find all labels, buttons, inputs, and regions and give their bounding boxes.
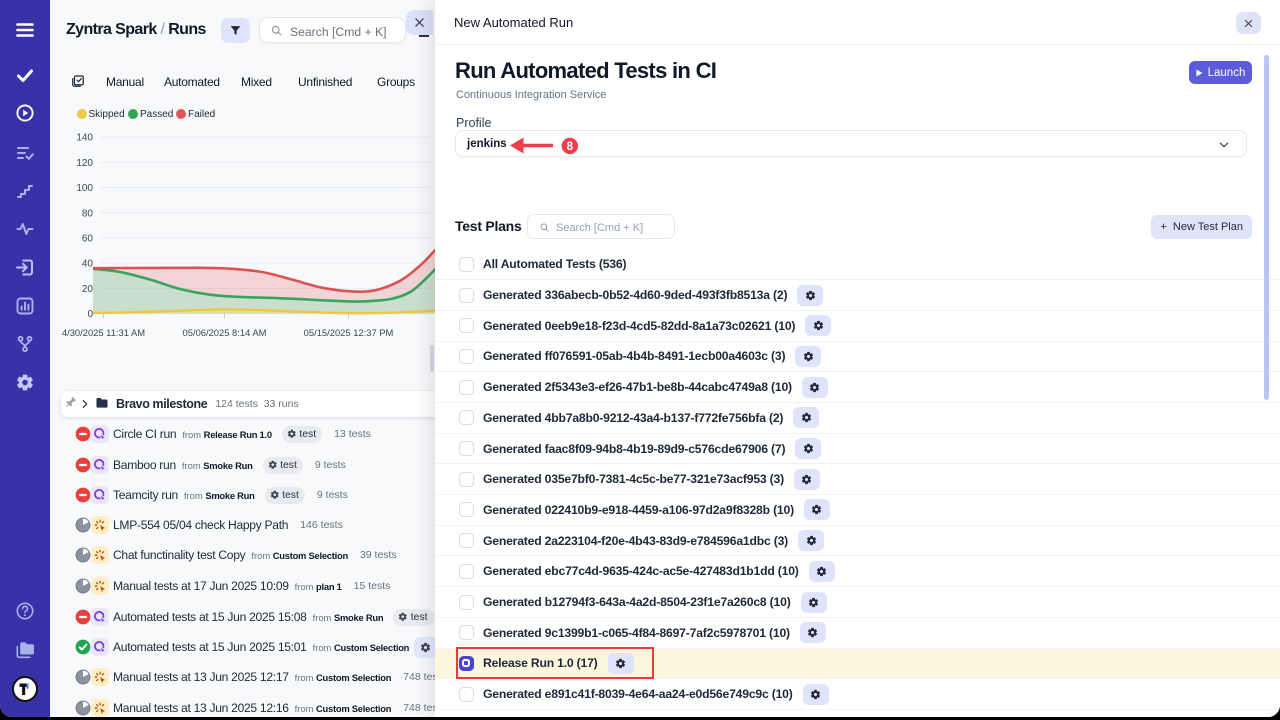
svg-text:100: 100	[76, 183, 93, 194]
svg-text:40: 40	[82, 259, 94, 270]
svg-text:4/30/2025 11:31 AM: 4/30/2025 11:31 AM	[62, 327, 145, 338]
svg-text:20: 20	[82, 284, 94, 295]
svg-text:140: 140	[76, 133, 93, 144]
svg-text:80: 80	[82, 208, 94, 219]
svg-text:0: 0	[87, 309, 93, 320]
svg-text:60: 60	[82, 234, 94, 245]
svg-text:05/06/2025 8:14 AM: 05/06/2025 8:14 AM	[183, 327, 267, 338]
svg-text:05/15/2025 12:37 PM: 05/15/2025 12:37 PM	[304, 327, 394, 338]
svg-text:8: 8	[567, 141, 574, 153]
svg-text:120: 120	[76, 158, 93, 169]
